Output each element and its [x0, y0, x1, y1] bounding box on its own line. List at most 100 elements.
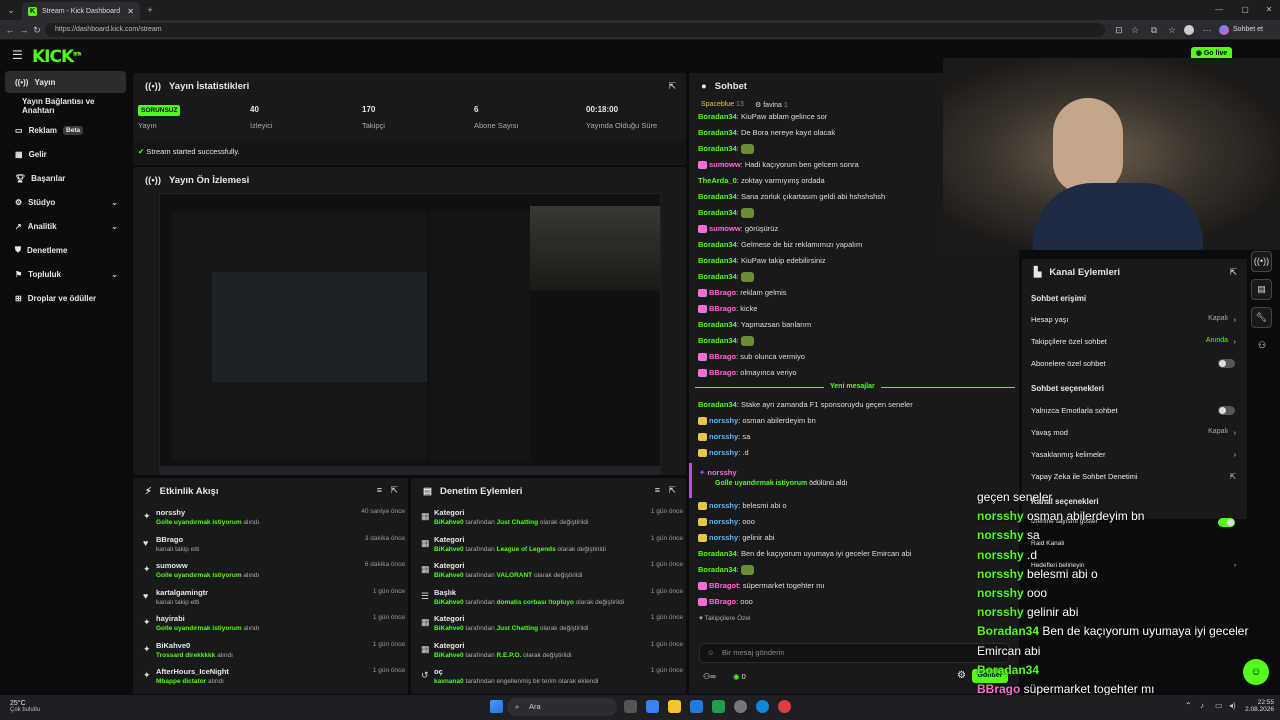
sidebar-item-revenue[interactable]: ▦ Gelir: [5, 143, 126, 165]
mod-action-item[interactable]: ▦ Kategori BiKahve0 tarafından Just Chat…: [421, 508, 683, 534]
chat-message[interactable]: Boradan34: Ben de kaçıyorum uyumaya iyi …: [698, 549, 911, 558]
chat-username[interactable]: Boradan34: [698, 256, 737, 265]
sidebar-item-drops[interactable]: ⊞ Droplar ve ödüller: [5, 287, 126, 309]
volume-icon[interactable]: ◂): [1229, 701, 1236, 710]
chat-username[interactable]: sumoww: [709, 160, 741, 169]
chat-message[interactable]: Boradan34: KiuPaw takip edebilirsiniz: [698, 256, 826, 265]
settings-gear-icon[interactable]: ⚙: [957, 670, 966, 681]
chat-message[interactable]: Boradan34:: [698, 565, 754, 576]
copilot-label[interactable]: Sohbet et: [1233, 20, 1263, 40]
mic-icon[interactable]: ♪: [1200, 701, 1204, 710]
activity-item[interactable]: ✦ BiKahve0 Trossard direkkkkk alındı 1 g…: [143, 641, 405, 667]
chat-username[interactable]: BBrago: [709, 368, 736, 377]
chat-message[interactable]: Boradan34: Stake ayrı zamanda F1 sponsor…: [698, 400, 913, 409]
chat-username[interactable]: norsshy: [709, 448, 738, 457]
rail-tools-icon[interactable]: 🔧︎: [1251, 307, 1272, 328]
mod-action-item[interactable]: ▦ Kategori BiKahve0 tarafından R.E.P.O. …: [421, 641, 683, 667]
chat-message[interactable]: norsshy: .d: [698, 448, 749, 458]
chat-username[interactable]: BBrago: [709, 597, 736, 606]
favorites-icon[interactable]: ☆: [1165, 20, 1179, 40]
mod-action-item[interactable]: ▦ Kategori BiKahve0 tarafından VALORANT …: [421, 561, 683, 587]
chat-message[interactable]: BBrago: sub olunca vermiyo: [698, 352, 805, 362]
taskbar-search[interactable]: ⌕ Ara: [507, 698, 617, 716]
emote-only-toggle[interactable]: [1218, 406, 1235, 415]
followers-only-row[interactable]: Takipçilere özel sohbet Anında ›: [1031, 337, 1236, 346]
popout-icon[interactable]: ⇱: [390, 485, 398, 496]
clock[interactable]: 22:55 2.08.2026: [1240, 699, 1274, 713]
chat-message[interactable]: sumoww: görüşürüz: [698, 224, 778, 234]
browser-tab[interactable]: K Stream - Kick Dashboard ✕: [22, 2, 140, 20]
chat-message[interactable]: sumoww: Hadi kaçıyorum ben gelcem sonra: [698, 160, 859, 170]
copilot-icon[interactable]: [1219, 25, 1229, 35]
popout-icon[interactable]: ⇱: [1229, 267, 1237, 278]
mod-action-item[interactable]: ↺ oç kavnana0 tarafından engellenmiş bir…: [421, 667, 683, 693]
sidebar-item-ads[interactable]: ▭ Reklam Beta: [5, 119, 126, 141]
chat-username[interactable]: Boradan34: [698, 549, 737, 558]
chat-username[interactable]: norsshy: [709, 533, 738, 542]
chat-message[interactable]: Boradan34:: [698, 144, 754, 155]
chat-message[interactable]: norsshy: ooo: [698, 517, 755, 527]
chat-username[interactable]: BBrago: [709, 352, 736, 361]
new-tab-icon[interactable]: +: [143, 0, 157, 20]
chat-message[interactable]: Boradan34:: [698, 208, 754, 219]
chat-message[interactable]: BBrago: reklam gelmis: [698, 288, 787, 298]
chat-username[interactable]: Boradan34: [698, 208, 737, 217]
chat-username[interactable]: BBrago: [709, 304, 736, 313]
tab-list-icon[interactable]: ⌄: [4, 0, 18, 20]
activity-item[interactable]: ✦ norsshy Golle uyandırmak istiyorum alı…: [143, 508, 405, 534]
chat-username[interactable]: Boradan34: [698, 272, 737, 281]
tab-close-icon[interactable]: ✕: [127, 7, 134, 16]
chat-message[interactable]: norsshy: gelinir abi: [698, 533, 774, 543]
obs-icon[interactable]: [734, 700, 747, 713]
chat-message[interactable]: TheArda_0: zoktay varmıyımş ordada: [698, 176, 825, 185]
kick-logo[interactable]: KICKBETA: [32, 47, 81, 67]
chat-username[interactable]: BBrago: [709, 288, 736, 297]
xbox-icon[interactable]: [712, 700, 725, 713]
emote-bar[interactable]: [699, 628, 1009, 639]
app-icon[interactable]: [778, 700, 791, 713]
raid-row[interactable]: Raid Kanalı: [1031, 540, 1236, 547]
chat-message[interactable]: norsshy: osman abilerdeyim bn: [698, 416, 816, 426]
chat-username[interactable]: Boradan34: [698, 144, 737, 153]
mod-action-item[interactable]: ▦ Kategori BiKahve0 tarafından Just Chat…: [421, 614, 683, 640]
ai-moderation-row[interactable]: Yapay Zeka ile Sohbet Denetimi ⇱: [1031, 472, 1236, 481]
chat-message[interactable]: BBrago: olmayınca veriyo: [698, 368, 797, 378]
url-input[interactable]: https://dashboard.kick.com/stream: [45, 23, 1105, 37]
slow-mode-row[interactable]: Yavaş mod Kapalı ›: [1031, 428, 1236, 437]
filter-icon[interactable]: ≡: [655, 485, 660, 495]
chat-username[interactable]: norsshy: [709, 517, 738, 526]
chat-message[interactable]: norsshy: sa: [698, 432, 750, 442]
chat-input[interactable]: ☺ Bir mesaj gönderin: [699, 643, 1009, 663]
chat-username[interactable]: Boradan34: [698, 400, 737, 409]
weather-widget[interactable]: 25°C Çok bulutlu: [10, 700, 40, 713]
chat-fab-icon[interactable]: ☺: [1243, 659, 1269, 685]
edge-icon[interactable]: [756, 700, 769, 713]
pinned-user-1[interactable]: Spaceblue 13: [701, 101, 744, 108]
sidebar-item-community[interactable]: ⚑ Topluluk ⌄: [5, 263, 126, 285]
chat-message[interactable]: Boradan34: Yapmazsan banlarım: [698, 320, 811, 329]
tray-chevron-icon[interactable]: ⌃: [1185, 701, 1192, 710]
file-explorer-icon[interactable]: [668, 700, 681, 713]
chat-message[interactable]: norsshy: belesmi abi o: [698, 501, 787, 511]
account-age-row[interactable]: Hesap yaşı Kapalı ›: [1031, 315, 1236, 324]
close-window-icon[interactable]: ✕: [1262, 0, 1276, 20]
subs-only-toggle[interactable]: [1218, 359, 1235, 368]
chat-message[interactable]: Boradan34: Gelmese de biz reklamımızı ya…: [698, 240, 862, 249]
popout-icon[interactable]: ⇱: [668, 485, 676, 496]
copilot-app-icon[interactable]: [646, 700, 659, 713]
rail-stream-icon[interactable]: ((•)): [1251, 251, 1272, 272]
activity-item[interactable]: ✦ sumoww Golle uyandırmak istiyorum alın…: [143, 561, 405, 587]
sidebar-item-studio[interactable]: ⚙ Stüdyo ⌄: [5, 191, 126, 213]
viewer-count-toggle[interactable]: [1218, 518, 1235, 527]
chat-username[interactable]: norsshy: [709, 416, 738, 425]
chat-username[interactable]: BBragot: [709, 581, 739, 590]
mod-action-item[interactable]: ▦ Kategori BiKahve0 tarafından League of…: [421, 535, 683, 561]
sidebar-item-analytics[interactable]: ↗ Analitik ⌄: [5, 215, 126, 237]
task-view-icon[interactable]: [624, 700, 637, 713]
activity-item[interactable]: ♥ kartalgamingtr kanalı takip etti 1 gün…: [143, 588, 405, 614]
chat-message[interactable]: Boradan34:: [698, 272, 754, 283]
chat-message[interactable]: BBrago: ooo: [698, 597, 753, 607]
chat-message[interactable]: BBragot: süpermarket togehter mı: [698, 581, 824, 591]
chat-username[interactable]: Boradan34: [698, 192, 737, 201]
rail-chat-icon[interactable]: ▤: [1251, 279, 1272, 300]
